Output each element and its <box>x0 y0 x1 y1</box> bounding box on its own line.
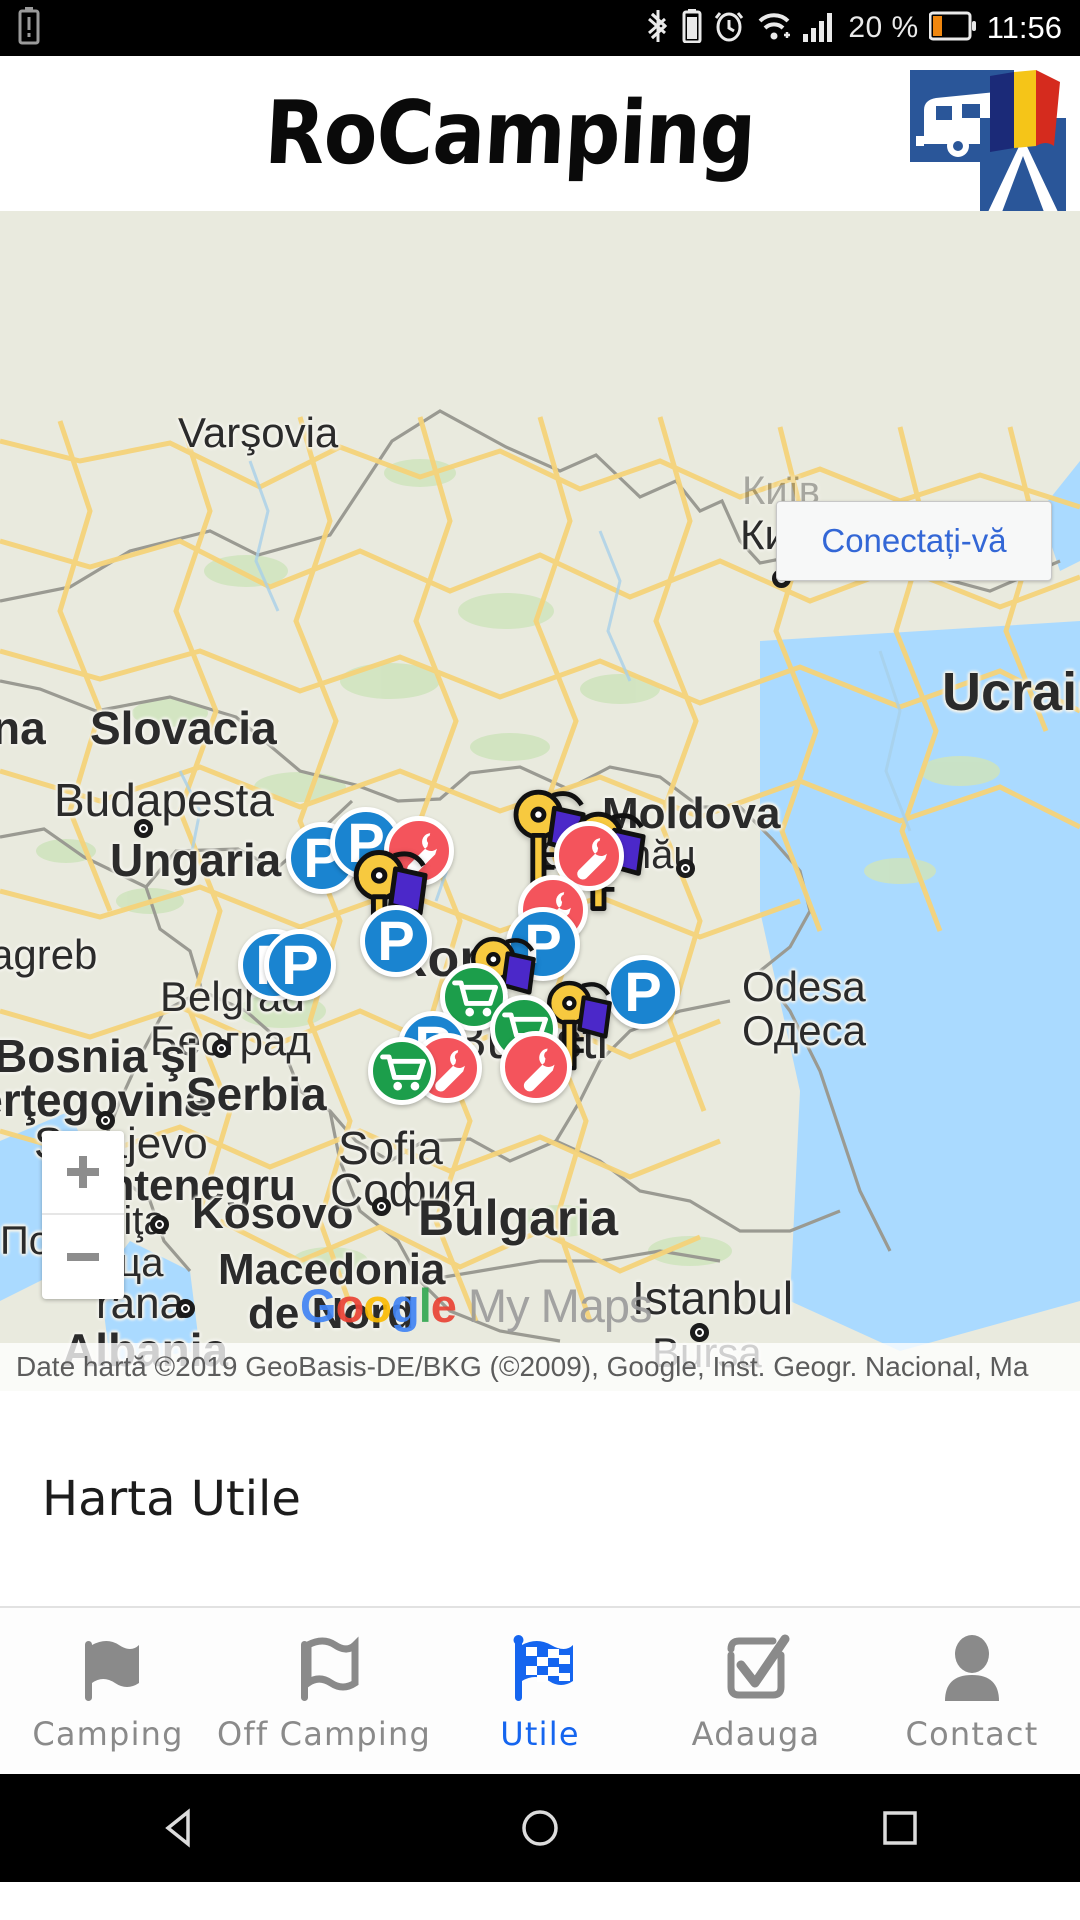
map-marker-parking[interactable]: P <box>606 955 680 1029</box>
battery-percent-label: 20 % <box>848 11 919 44</box>
zoom-in-button[interactable] <box>42 1131 124 1215</box>
map-city-dot <box>212 1039 231 1058</box>
google-my-maps-watermark: Google My Maps <box>300 1278 653 1333</box>
nav-item-off-camping[interactable]: Off Camping <box>216 1608 432 1774</box>
nav-item-adauga[interactable]: Adauga <box>648 1608 864 1774</box>
alarm-icon <box>712 9 746 48</box>
nav-label-adauga: Adauga <box>691 1715 821 1753</box>
flag-filled-icon <box>69 1629 147 1707</box>
system-home-button[interactable] <box>514 1802 566 1854</box>
map-marker-parking[interactable]: P <box>360 905 432 977</box>
map-city-dot <box>176 1299 195 1318</box>
map-marker-shop[interactable] <box>368 1037 436 1105</box>
map-label: na <box>0 702 46 754</box>
bottom-navigation[interactable]: Camping Off Camping Utile Adauga Contact <box>0 1606 1080 1774</box>
checkered-flag-icon <box>501 1629 579 1707</box>
bluetooth-battery-icon <box>682 8 702 48</box>
signal-bars-icon <box>802 10 838 47</box>
map-city-dot <box>690 1323 709 1342</box>
map-city-dot <box>96 1111 115 1130</box>
minus-icon <box>67 1253 99 1261</box>
map-label: agreb <box>0 931 98 978</box>
map-label: Istanbul <box>632 1272 794 1324</box>
map-label: Serbia <box>186 1068 327 1120</box>
recents-square-icon <box>883 1811 917 1845</box>
map-city-dot <box>150 1215 169 1234</box>
map-marker-parking[interactable]: P <box>264 929 336 1001</box>
checkbox-check-icon <box>717 1629 795 1707</box>
clock-label: 11:56 <box>986 10 1062 45</box>
home-circle-icon <box>522 1810 558 1846</box>
wifi-icon <box>756 10 792 47</box>
my-maps-label: My Maps <box>467 1279 653 1332</box>
map-label: Budapesta <box>54 774 274 826</box>
page-title: Harta Utile <box>42 1470 301 1527</box>
status-bar-right: 20 % 11:56 <box>646 8 1062 48</box>
map-label: Varşovia <box>178 409 339 456</box>
map-city-dot <box>372 1197 391 1216</box>
map-marker-service[interactable] <box>500 1031 572 1103</box>
nav-label-contact: Contact <box>905 1715 1039 1753</box>
content-section: Harta Utile <box>0 1391 1080 1606</box>
back-triangle-icon <box>165 1808 190 1848</box>
bluetooth-icon <box>646 9 672 48</box>
sign-in-button[interactable]: Conectați-vă <box>776 501 1052 581</box>
map-label: Bulgaria <box>418 1190 619 1246</box>
plus-icon <box>67 1156 99 1188</box>
map-city-dot <box>676 859 695 878</box>
person-icon <box>933 1629 1011 1707</box>
map-zoom-controls[interactable] <box>42 1131 124 1299</box>
sign-in-label: Conectați-vă <box>821 522 1007 559</box>
nav-item-utile[interactable]: Utile <box>432 1608 648 1774</box>
nav-label-off-camping: Off Camping <box>216 1715 431 1753</box>
map-label: Одеса <box>742 1007 866 1054</box>
map-attribution: Date hartă ©2019 GeoBasis-DE/BKG (©2009)… <box>0 1343 1080 1391</box>
system-recents-button[interactable] <box>874 1802 926 1854</box>
app-title: RoCamping <box>262 83 758 184</box>
flag-outline-icon <box>285 1629 363 1707</box>
map-view[interactable]: VarşoviaКиївUcrainaSlovaciaBudapestaUnga… <box>0 211 1080 1391</box>
battery-icon <box>928 11 977 46</box>
map-city-dot <box>134 819 153 838</box>
map-label: Slovacia <box>90 702 277 754</box>
app-header: RoCamping <box>0 56 1080 214</box>
rocamping-logo <box>908 64 1068 214</box>
map-label: Odesa <box>742 963 866 1010</box>
nav-item-contact[interactable]: Contact <box>864 1608 1080 1774</box>
zoom-out-button[interactable] <box>42 1215 124 1299</box>
nav-label-camping: Camping <box>32 1715 184 1753</box>
map-label: Ungaria <box>110 834 282 886</box>
system-navigation-bar[interactable] <box>0 1774 1080 1882</box>
google-wordmark: Google <box>300 1279 457 1332</box>
battery-alert-icon <box>18 6 40 50</box>
map-label: Ucraina <box>942 662 1080 722</box>
nav-label-utile: Utile <box>500 1715 580 1753</box>
status-bar: 20 % 11:56 <box>0 0 1080 56</box>
status-bar-left <box>18 6 40 50</box>
nav-item-camping[interactable]: Camping <box>0 1608 216 1774</box>
system-back-button[interactable] <box>154 1802 206 1854</box>
